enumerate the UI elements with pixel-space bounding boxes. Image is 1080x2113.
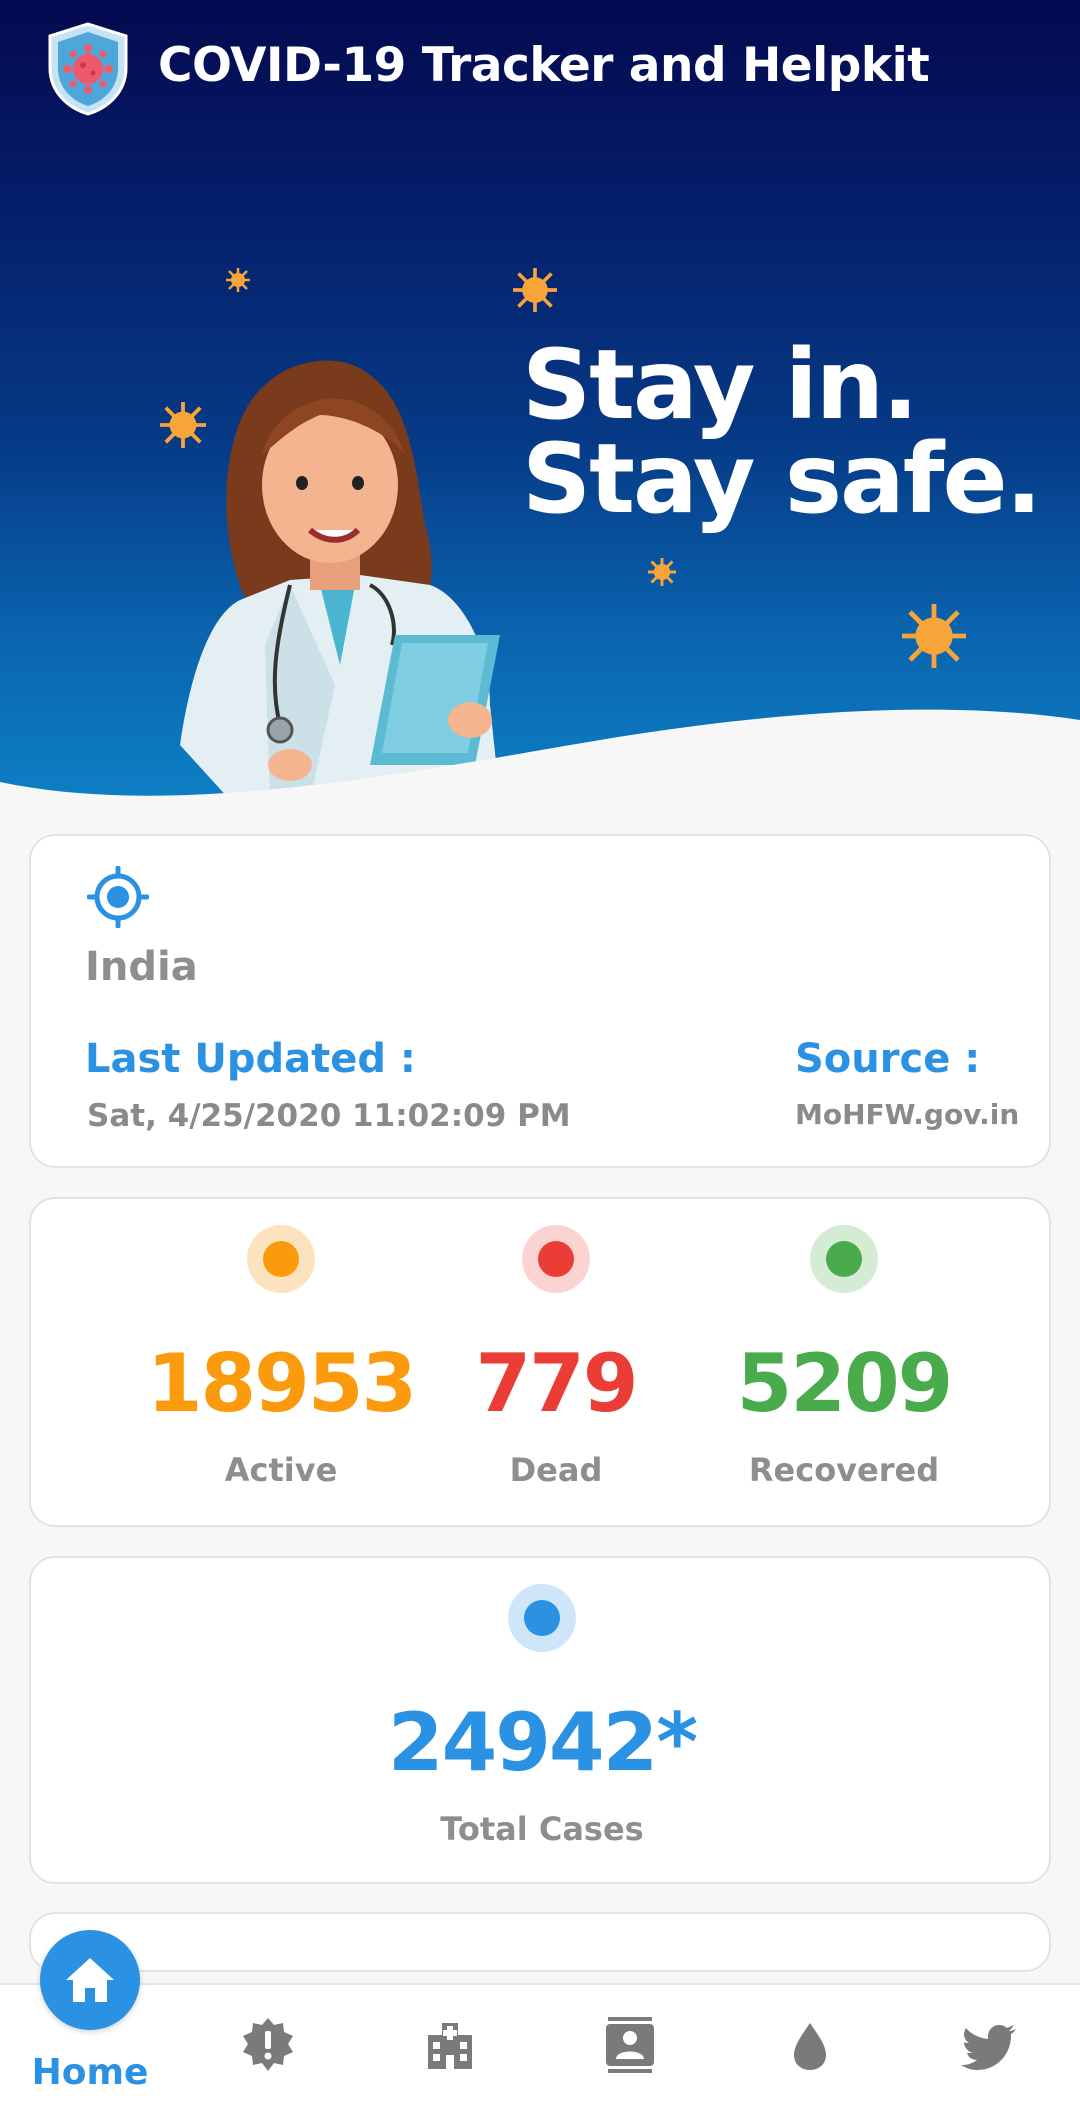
hospital-icon[interactable] bbox=[420, 2015, 480, 2075]
active-label: Active bbox=[224, 1451, 338, 1489]
stat-total: 24942* Total Cases bbox=[382, 1558, 702, 1888]
hero-line-2: Stay safe. bbox=[522, 423, 1042, 535]
twitter-icon[interactable] bbox=[960, 2015, 1020, 2075]
contacts-icon[interactable] bbox=[600, 2015, 660, 2075]
recovered-count: 5209 bbox=[736, 1337, 954, 1430]
last-updated-value: Sat, 4/25/2020 11:02:09 PM bbox=[87, 1098, 571, 1134]
last-updated-label: Last Updated : bbox=[85, 1036, 416, 1082]
stat-recovered: 5209 Recovered bbox=[684, 1199, 1004, 1529]
home-label[interactable]: Home bbox=[20, 2052, 160, 2093]
country-name: India bbox=[85, 944, 198, 990]
source-label: Source : bbox=[795, 1036, 981, 1082]
dead-indicator-icon bbox=[522, 1225, 590, 1293]
virus-particle-icon bbox=[513, 268, 557, 312]
stats-card: 18953 Active 779 Dead 5209 Recovered bbox=[29, 1197, 1051, 1527]
hero-wave bbox=[0, 709, 1080, 800]
stat-active: 18953 Active bbox=[121, 1199, 441, 1529]
total-cases-card: 24942* Total Cases bbox=[29, 1556, 1051, 1884]
stat-dead: 779 Dead bbox=[396, 1199, 716, 1529]
virus-shield-icon bbox=[48, 22, 128, 116]
location-card: India Last Updated : Sat, 4/25/2020 11:0… bbox=[29, 834, 1051, 1168]
recovered-indicator-icon bbox=[810, 1225, 878, 1293]
alert-badge-icon[interactable] bbox=[238, 2015, 298, 2075]
active-count: 18953 bbox=[146, 1337, 417, 1430]
total-count: 24942* bbox=[387, 1696, 698, 1789]
home-button[interactable] bbox=[40, 1930, 140, 2030]
source-link[interactable]: MoHFW.gov.in bbox=[795, 1098, 1019, 1131]
next-card bbox=[29, 1912, 1051, 1972]
hero-banner: COVID-19 Tracker and Helpkit Stay in. St… bbox=[0, 0, 1080, 800]
virus-particle-icon bbox=[648, 558, 676, 586]
hero-slogan: Stay in. Stay safe. bbox=[522, 329, 1042, 535]
recovered-label: Recovered bbox=[748, 1451, 940, 1489]
app-header: COVID-19 Tracker and Helpkit bbox=[0, 0, 1080, 140]
app-title: COVID-19 Tracker and Helpkit bbox=[158, 38, 930, 93]
total-label: Total Cases bbox=[440, 1810, 644, 1848]
active-indicator-icon bbox=[247, 1225, 315, 1293]
virus-particle-icon bbox=[226, 268, 250, 292]
location-target-icon[interactable] bbox=[87, 866, 149, 928]
bottom-nav bbox=[0, 1983, 1080, 2113]
blood-drop-icon[interactable] bbox=[780, 2015, 840, 2075]
virus-particle-icon bbox=[902, 604, 966, 668]
total-indicator-icon bbox=[508, 1584, 576, 1652]
dead-label: Dead bbox=[509, 1451, 603, 1489]
home-icon bbox=[66, 1958, 114, 2002]
hero-line-1: Stay in. bbox=[522, 329, 919, 441]
dead-count: 779 bbox=[475, 1337, 639, 1430]
